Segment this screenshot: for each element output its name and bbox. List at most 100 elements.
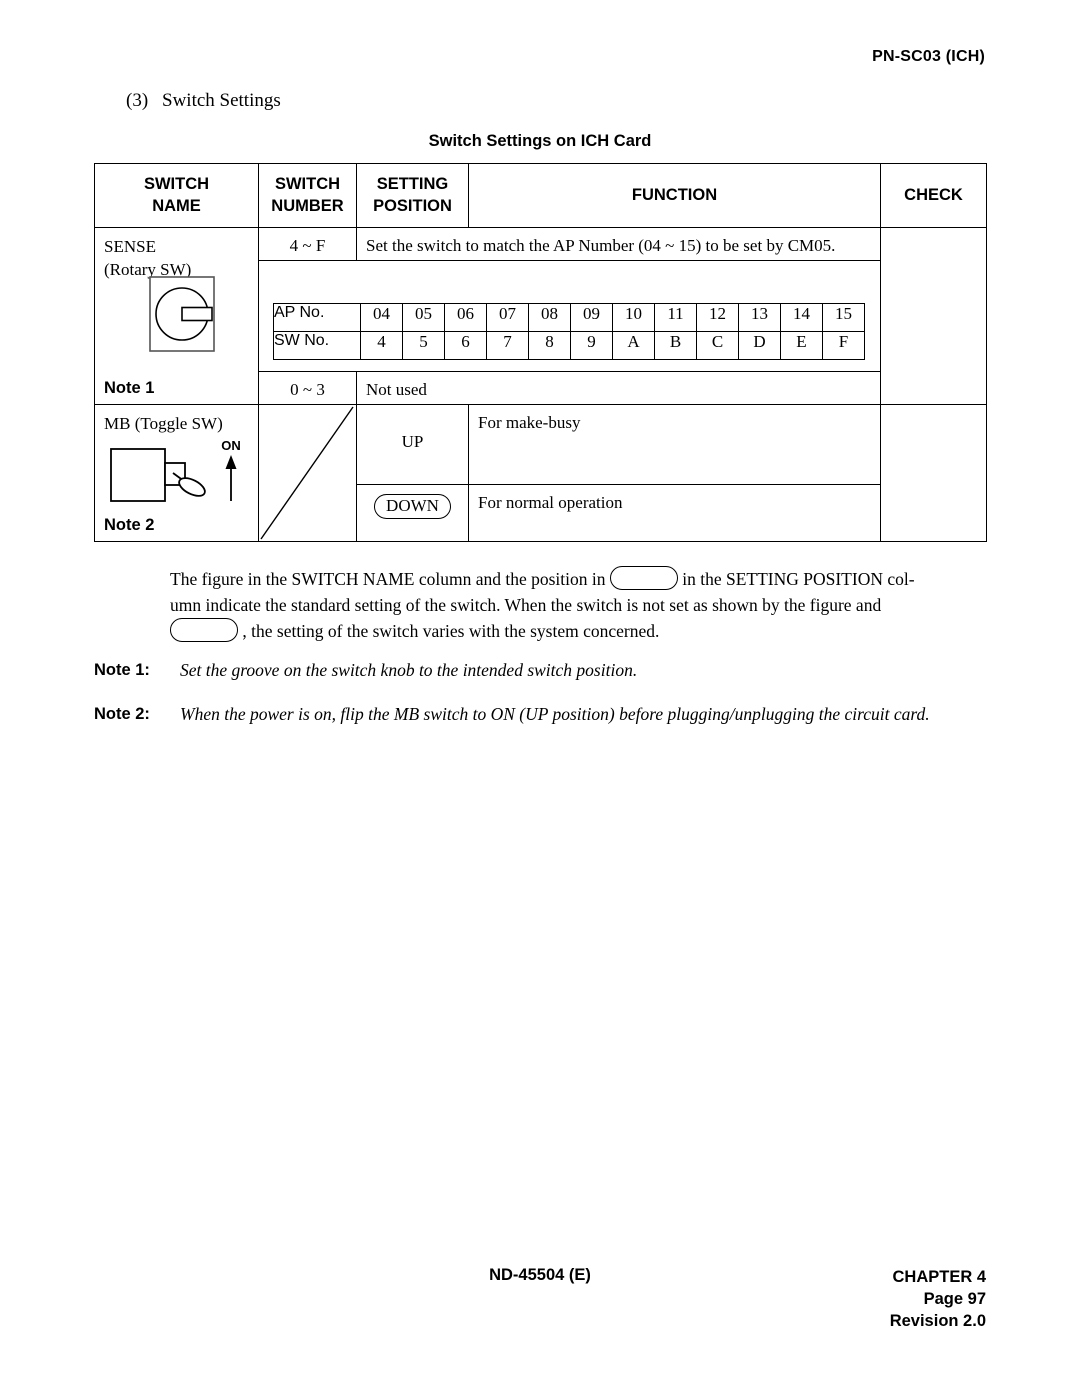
table-row-sense-1: SENSE (Rotary SW) Note 1 4 ~ F Set the s… (94, 227, 987, 405)
column-header-check: CHECK (880, 163, 987, 228)
table-caption: Switch Settings on ICH Card (428, 132, 652, 150)
cell-switch-number-sense-1: 4 ~ F (258, 227, 357, 261)
note-2-text: When the power is on, flip the MB switch… (180, 704, 930, 724)
function-sense-2: Not used (366, 380, 427, 399)
ap-number-cell: 07 (486, 303, 529, 332)
function-sense-1: Set the switch to match the AP Number (0… (366, 236, 836, 255)
column-header-line1: FUNCTION (631, 185, 718, 204)
ap-number-cell: 11 (654, 303, 697, 332)
explanation-line-2: umn indicate the standard setting of the… (170, 595, 882, 615)
toggle-switch-icon: ON (109, 438, 259, 518)
cell-setting-position-up: UP (356, 404, 469, 485)
setting-position-down-marker: DOWN (374, 494, 451, 519)
cell-switch-name-sense: SENSE (Rotary SW) Note 1 (94, 227, 259, 405)
column-header-switch-number: SWITCH NUMBER (258, 163, 357, 228)
sw-number-row: SW No. 4 5 6 7 8 9 A B C D E F (273, 331, 865, 360)
sw-number-cell: 7 (486, 331, 529, 360)
section-number: (3) (126, 90, 149, 111)
ap-row-header: AP No. (273, 303, 361, 332)
rotary-switch-icon (149, 276, 215, 357)
note-1-text: Set the groove on the switch knob to the… (180, 660, 638, 680)
explanation-line-1b: in the SETTING POSITION col- (682, 569, 915, 589)
ap-number-row: AP No. 04 05 06 07 08 09 10 11 12 13 14 … (273, 303, 865, 332)
column-header-line1: SWITCH (143, 175, 210, 194)
sw-number-cell: E (780, 331, 823, 360)
function-down: For normal operation (478, 493, 623, 512)
function-up: For make-busy (478, 413, 581, 432)
ap-number-cell: 10 (612, 303, 655, 332)
page-header-card-id: PN-SC03 (ICH) (872, 48, 985, 65)
column-header-line2: NUMBER (271, 196, 344, 215)
cell-switch-name-mb: MB (Toggle SW) ON Note 2 (94, 404, 259, 542)
switch-settings-table: SWITCH NAME SWITCH NUMBER SETTING POSITI… (94, 163, 987, 542)
setting-position-up: UP (401, 432, 424, 451)
sw-row-header: SW No. (273, 331, 361, 360)
mb-note-label: Note 2 (104, 516, 155, 534)
explanation-line-1a: The figure in the SWITCH NAME column and… (170, 569, 606, 589)
explanation-line-1: The figure in the SWITCH NAME column and… (170, 566, 986, 592)
note-2: Note 2: When the power is on, flip the M… (94, 702, 994, 727)
switch-name-mb: MB (Toggle SW) (104, 414, 223, 433)
check-mb (881, 405, 986, 412)
sw-number-cell: B (654, 331, 697, 360)
cell-check-sense[interactable] (880, 227, 987, 405)
ap-number-cell: 04 (360, 303, 403, 332)
ap-number-cell: 12 (696, 303, 739, 332)
table-header-row: SWITCH NAME SWITCH NUMBER SETTING POSITI… (94, 163, 987, 228)
switch-number-sense-1: 4 ~ F (289, 236, 326, 255)
explanation-paragraph: The figure in the SWITCH NAME column and… (170, 566, 986, 644)
cell-function-sense-2: Not used (356, 371, 881, 405)
ap-number-cell: 06 (444, 303, 487, 332)
ap-number-cell: 09 (570, 303, 613, 332)
ap-number-cell: 13 (738, 303, 781, 332)
check-sense (881, 228, 986, 235)
sw-number-cell: F (822, 331, 865, 360)
note-1-label: Note 1: (94, 661, 150, 679)
sw-number-cell: 9 (570, 331, 613, 360)
footer-revision: Revision 2.0 (889, 1312, 986, 1330)
sw-number-cell: C (696, 331, 739, 360)
standard-setting-marker-icon (170, 618, 238, 642)
column-header-switch-name: SWITCH NAME (94, 163, 259, 228)
sense-note-label: Note 1 (104, 379, 155, 397)
column-header-setting-position: SETTING POSITION (356, 163, 469, 228)
sw-number-cell: D (738, 331, 781, 360)
sw-number-cell: 4 (360, 331, 403, 360)
ap-number-cell: 05 (402, 303, 445, 332)
ap-number-cell: 15 (822, 303, 865, 332)
ap-number-cell: 14 (780, 303, 823, 332)
cell-function-down: For normal operation (468, 484, 881, 542)
cell-function-sense-1: Set the switch to match the AP Number (0… (356, 227, 881, 261)
cell-switch-number-mb (258, 404, 357, 542)
column-header-line2: POSITION (373, 196, 452, 215)
explanation-line-3-text: , the setting of the switch varies with … (242, 621, 660, 641)
cell-setting-position-down: DOWN (356, 484, 469, 542)
footer-chapter: CHAPTER 4 (892, 1268, 986, 1286)
cell-switch-number-sense-2: 0 ~ 3 (258, 371, 357, 405)
sw-number-cell: 5 (402, 331, 445, 360)
column-header-line2: NAME (152, 196, 201, 215)
column-header-line1: CHECK (904, 185, 963, 204)
note-2-label: Note 2: (94, 705, 150, 723)
ap-number-cell: 08 (528, 303, 571, 332)
cell-check-mb[interactable] (880, 404, 987, 542)
switch-name-sense: SENSE (104, 237, 156, 256)
sw-number-cell: 8 (528, 331, 571, 360)
column-header-line1: SWITCH (274, 175, 341, 194)
table-row-mb-up: MB (Toggle SW) ON Note 2 UP For make-bus… (94, 404, 987, 542)
column-header-function: FUNCTION (468, 163, 881, 228)
section-title: Switch Settings (162, 90, 281, 111)
footer-right-block: CHAPTER 4 Page 97 Revision 2.0 (890, 1266, 986, 1332)
sw-number-cell: 6 (444, 331, 487, 360)
svg-text:ON: ON (221, 441, 241, 453)
standard-setting-marker-icon (609, 566, 678, 590)
diagonal-strike-icon (260, 406, 354, 540)
column-header-line1: SETTING (376, 175, 449, 194)
footer-page: Page 97 (923, 1290, 986, 1308)
section-heading: (3) Switch Settings (126, 90, 281, 112)
explanation-line-3: , the setting of the switch varies with … (170, 618, 986, 644)
sw-number-cell: A (612, 331, 655, 360)
ap-sw-mapping-table: AP No. 04 05 06 07 08 09 10 11 12 13 14 … (273, 303, 865, 360)
note-1: Note 1: Set the groove on the switch kno… (94, 658, 994, 683)
cell-ap-sw-mapping: AP No. 04 05 06 07 08 09 10 11 12 13 14 … (258, 260, 881, 372)
